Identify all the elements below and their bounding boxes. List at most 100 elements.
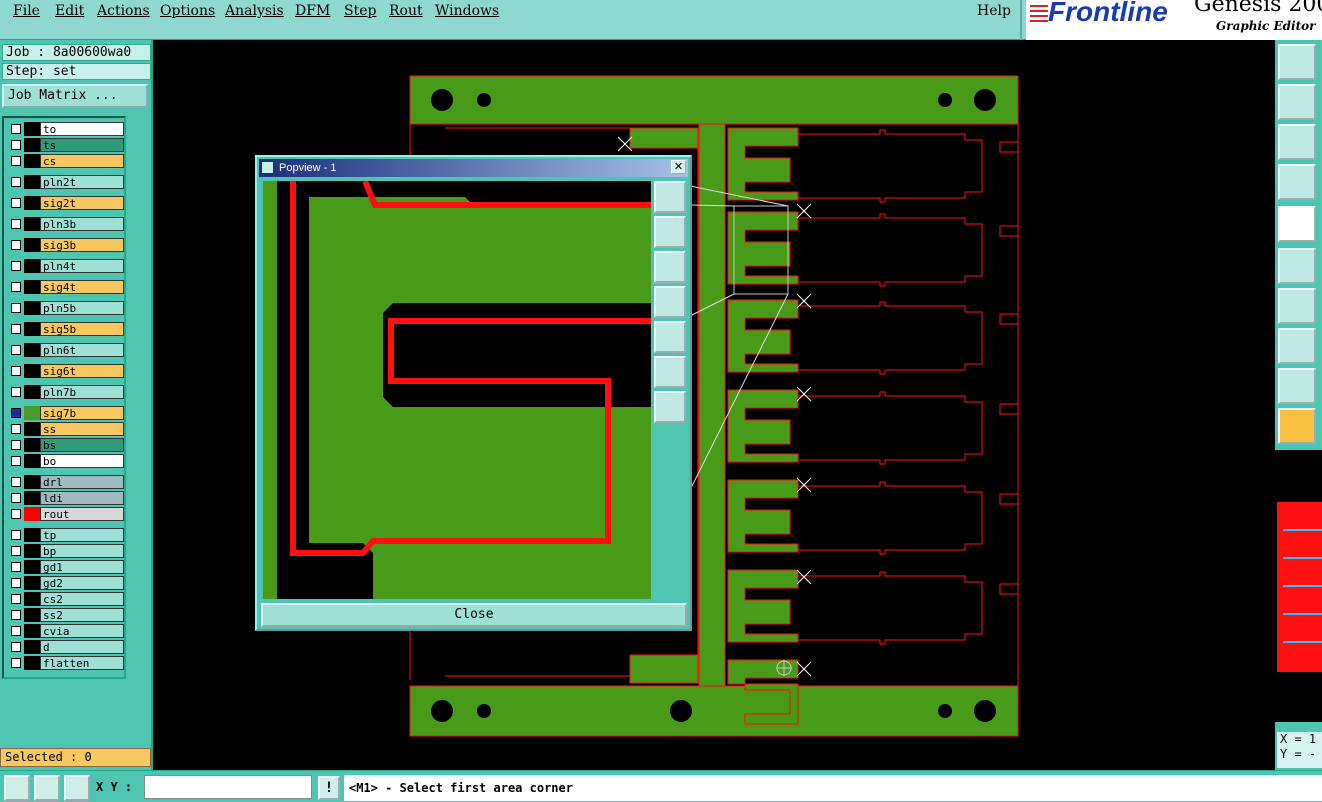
layer-checkbox[interactable] [11, 198, 21, 208]
layer-checkbox[interactable] [11, 324, 21, 334]
layer-row-gd2[interactable]: gd2 [6, 576, 124, 590]
grid-button[interactable] [64, 775, 90, 801]
layer-checkbox[interactable] [11, 345, 21, 355]
zoom-fit-button[interactable] [1278, 124, 1316, 160]
layer-checkbox[interactable] [11, 424, 21, 434]
layer-checkbox[interactable] [11, 408, 21, 418]
layer-checkbox[interactable] [11, 642, 21, 652]
menu-windows[interactable]: Windows [435, 3, 499, 19]
layer-row-to[interactable]: to [6, 122, 124, 136]
layer-checkbox[interactable] [11, 578, 21, 588]
layer-color-swatch[interactable] [24, 576, 40, 590]
layer-checkbox[interactable] [11, 509, 21, 519]
layer-color-swatch[interactable] [24, 364, 40, 378]
alert-button[interactable]: ! [318, 776, 340, 800]
layer-row-bs[interactable]: bs [6, 438, 124, 452]
layer-checkbox[interactable] [11, 440, 21, 450]
snap-button[interactable] [1278, 328, 1316, 364]
pointer-button[interactable] [1278, 408, 1316, 444]
layer-name[interactable]: ss2 [40, 608, 124, 622]
layer-name[interactable]: sig3b [40, 238, 124, 252]
layer-name[interactable]: d [40, 640, 124, 654]
zoom-in-button[interactable] [654, 356, 686, 388]
layer-name[interactable]: sig7b [40, 406, 124, 420]
close-icon[interactable]: ✕ [671, 160, 686, 174]
layer-name[interactable]: bo [40, 454, 124, 468]
layer-checkbox[interactable] [11, 261, 21, 271]
layer-color-swatch[interactable] [24, 259, 40, 273]
menu-dfm[interactable]: DFM [295, 3, 330, 19]
layer-name[interactable]: tp [40, 528, 124, 542]
layer-row-sig2t[interactable]: sig2t [6, 196, 124, 210]
layer-color-swatch[interactable] [24, 475, 40, 489]
layer-row-cvia[interactable]: cvia [6, 624, 124, 638]
pan-left-button[interactable] [654, 286, 686, 318]
window-menu-icon[interactable] [261, 161, 274, 174]
layer-color-swatch[interactable] [24, 406, 40, 420]
layer-name[interactable]: ldi [40, 491, 124, 505]
layer-name[interactable]: sig2t [40, 196, 124, 210]
layer-name[interactable]: gd1 [40, 560, 124, 574]
pan-down-button[interactable] [654, 251, 686, 283]
select-object-button[interactable] [1278, 206, 1316, 242]
layer-name[interactable]: pln4t [40, 259, 124, 273]
layer-color-swatch[interactable] [24, 507, 40, 521]
layer-checkbox[interactable] [11, 219, 21, 229]
layer-checkbox[interactable] [11, 387, 21, 397]
layer-name[interactable]: cs2 [40, 592, 124, 606]
layer-row-sig3b[interactable]: sig3b [6, 238, 124, 252]
layer-row-bo[interactable]: bo [6, 454, 124, 468]
layer-name[interactable]: flatten [40, 656, 124, 670]
layer-name[interactable]: bs [40, 438, 124, 452]
layer-color-swatch[interactable] [24, 592, 40, 606]
layer-name[interactable]: pln6t [40, 343, 124, 357]
layer-checkbox[interactable] [11, 240, 21, 250]
layer-row-cs[interactable]: cs [6, 154, 124, 168]
pan-up-button[interactable] [654, 216, 686, 248]
layer-color-swatch[interactable] [24, 385, 40, 399]
layer-name[interactable]: pln7b [40, 385, 124, 399]
layer-checkbox[interactable] [11, 303, 21, 313]
layer-color-swatch[interactable] [24, 138, 40, 152]
layer-row-sig4t[interactable]: sig4t [6, 280, 124, 294]
layer-checkbox[interactable] [11, 594, 21, 604]
layer-name[interactable]: cvia [40, 624, 124, 638]
layer-color-swatch[interactable] [24, 438, 40, 452]
layer-checkbox[interactable] [11, 456, 21, 466]
layer-row-bp[interactable]: bp [6, 544, 124, 558]
layer-name[interactable]: rout [40, 507, 124, 521]
layer-name[interactable]: sig5b [40, 322, 124, 336]
layer-checkbox[interactable] [11, 626, 21, 636]
layer-row-tp[interactable]: tp [6, 528, 124, 542]
close-button[interactable]: Close [261, 603, 687, 627]
layer-row-ldi[interactable]: ldi [6, 491, 124, 505]
layer-checkbox[interactable] [11, 658, 21, 668]
layer-color-swatch[interactable] [24, 422, 40, 436]
layer-name[interactable]: ts [40, 138, 124, 152]
zoom-out-button[interactable] [654, 391, 686, 423]
layer-checkbox[interactable] [11, 610, 21, 620]
layer-row-sig5b[interactable]: sig5b [6, 322, 124, 336]
xy-input[interactable] [144, 775, 312, 799]
layer-row-ts[interactable]: ts [6, 138, 124, 152]
menu-file[interactable]: File [13, 3, 40, 19]
layer-color-swatch[interactable] [24, 175, 40, 189]
layer-name[interactable]: pln5b [40, 301, 124, 315]
layer-row-sig7b[interactable]: sig7b [6, 406, 124, 420]
layer-name[interactable]: pln3b [40, 217, 124, 231]
layer-name[interactable]: cs [40, 154, 124, 168]
layer-row-pln5b[interactable]: pln5b [6, 301, 124, 315]
layer-color-swatch[interactable] [24, 343, 40, 357]
menu-options[interactable]: Options [160, 3, 215, 19]
measure-tool-button[interactable] [34, 775, 60, 801]
layer-checkbox[interactable] [11, 546, 21, 556]
layer-row-d[interactable]: d [6, 640, 124, 654]
layer-checkbox[interactable] [11, 140, 21, 150]
overview-preview[interactable] [1275, 450, 1322, 722]
layer-row-flatten[interactable]: flatten [6, 656, 124, 670]
zoom-left-button[interactable] [1278, 84, 1316, 120]
layer-checkbox[interactable] [11, 493, 21, 503]
popview-titlebar[interactable]: Popview - 1 [259, 159, 688, 177]
layer-name[interactable]: to [40, 122, 124, 136]
zoom-area-button[interactable] [4, 775, 30, 801]
